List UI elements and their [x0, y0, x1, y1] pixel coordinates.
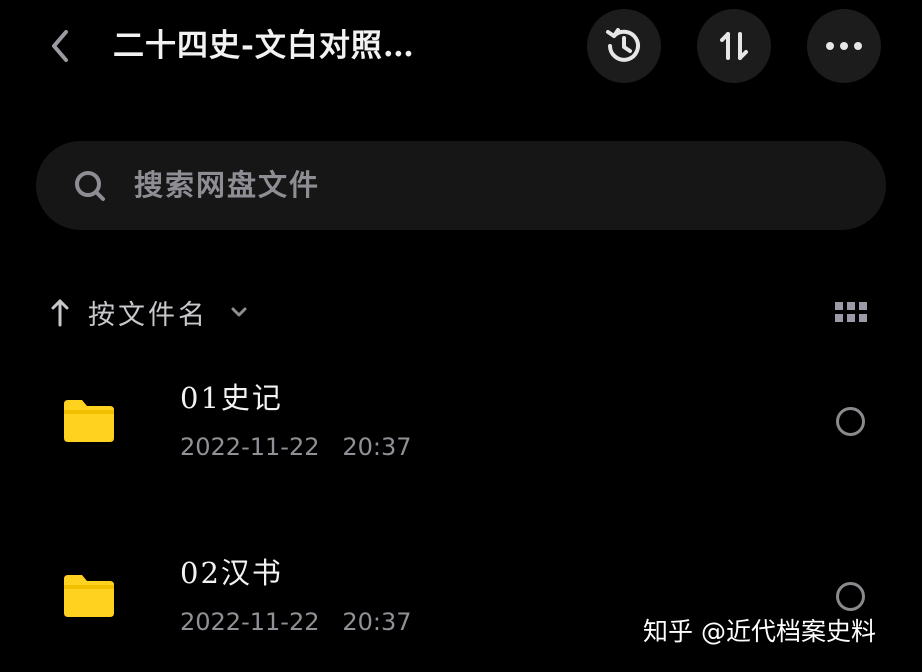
file-time: 20:37 — [342, 608, 412, 636]
file-date: 2022-11-22 — [180, 433, 320, 461]
more-options-button[interactable] — [807, 9, 881, 83]
grid-view-icon[interactable] — [833, 300, 869, 324]
file-time: 20:37 — [342, 433, 412, 461]
file-name: 01史记 — [180, 381, 283, 415]
folder-icon — [64, 400, 114, 442]
back-button[interactable] — [40, 22, 80, 70]
watermark: 知乎 @近代档案史料 — [643, 617, 876, 646]
select-checkbox[interactable] — [836, 582, 865, 611]
file-name: 02汉书 — [180, 556, 283, 590]
search-icon — [75, 171, 105, 201]
list-item[interactable]: 01史记 2022-11-22 20:37 — [0, 350, 922, 510]
file-timestamp: 2022-11-22 20:37 — [180, 430, 412, 464]
sort-label: 按文件名 — [88, 299, 208, 331]
chevron-left-icon — [52, 30, 68, 62]
page-title: 二十四史-文白对照… — [113, 28, 415, 64]
select-checkbox[interactable] — [836, 407, 865, 436]
search-placeholder[interactable]: 搜索网盘文件 — [134, 160, 320, 210]
more-icon — [826, 42, 862, 50]
history-button[interactable] — [587, 9, 661, 83]
file-timestamp: 2022-11-22 20:37 — [180, 605, 412, 639]
folder-icon — [64, 575, 114, 617]
sort-selector[interactable]: 按文件名 — [48, 290, 250, 334]
file-browser-screen: 二十四史-文白对照… 搜索网盘文件 按文件名 01史记 2022-11-22 2… — [0, 0, 922, 672]
history-icon — [606, 28, 640, 62]
file-date: 2022-11-22 — [180, 608, 320, 636]
sort-icon — [720, 32, 748, 60]
sort-order-button[interactable] — [697, 9, 771, 83]
arrow-up-icon — [51, 299, 69, 327]
chevron-down-icon — [231, 307, 247, 317]
